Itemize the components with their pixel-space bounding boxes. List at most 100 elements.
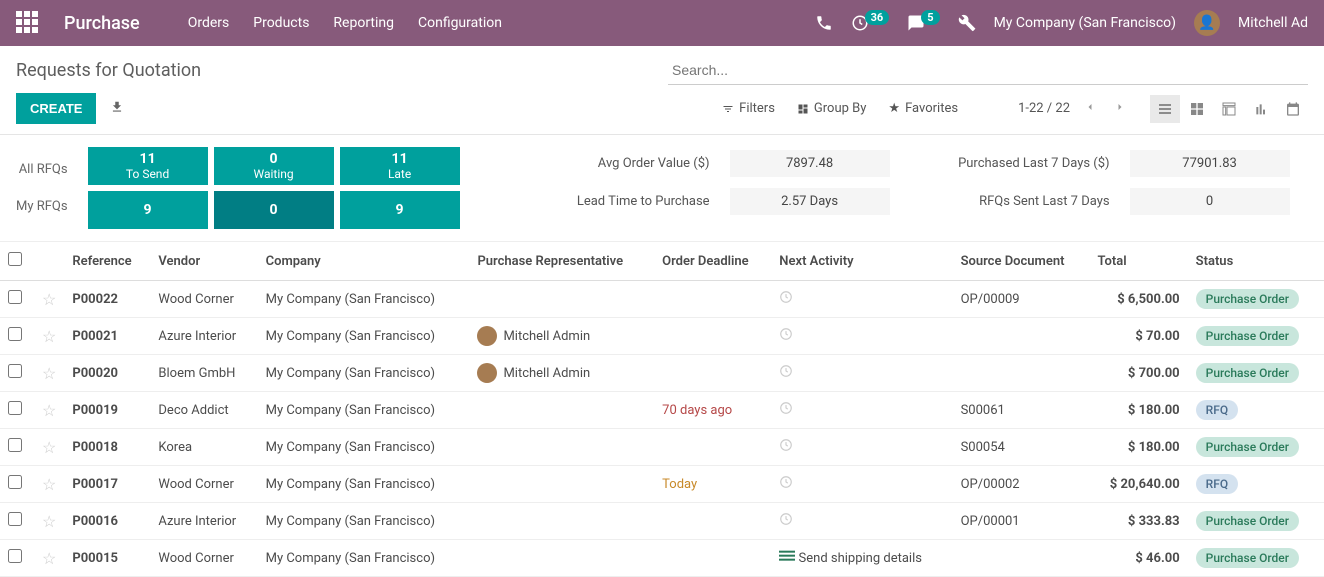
- cell-total: $ 333.83: [1090, 503, 1188, 540]
- dash-my-tosend[interactable]: 9: [88, 191, 208, 229]
- row-checkbox[interactable]: [8, 290, 22, 304]
- view-kanban-icon[interactable]: [1182, 95, 1212, 123]
- star-icon[interactable]: ☆: [42, 401, 56, 420]
- nav-products[interactable]: Products: [253, 15, 309, 31]
- user-name[interactable]: Mitchell Ad: [1238, 15, 1308, 31]
- pager-text[interactable]: 1-22 / 22: [1018, 101, 1070, 116]
- cell-rep: [469, 503, 654, 540]
- cell-reference: P00019: [64, 392, 150, 429]
- cell-reference: P00018: [64, 429, 150, 466]
- star-icon[interactable]: ☆: [42, 290, 56, 309]
- star-icon[interactable]: ☆: [42, 512, 56, 531]
- cell-status: Purchase Order: [1188, 355, 1324, 392]
- dash-all-tosend[interactable]: 11To Send: [88, 147, 208, 185]
- col-source[interactable]: Source Document: [953, 242, 1090, 281]
- table-row[interactable]: ☆ P00017 Wood Corner My Company (San Fra…: [0, 466, 1324, 503]
- col-vendor[interactable]: Vendor: [150, 242, 257, 281]
- activity-task-icon[interactable]: [779, 551, 798, 566]
- cell-rep: Mitchell Admin: [469, 318, 654, 355]
- table-row[interactable]: ☆ P00022 Wood Corner My Company (San Fra…: [0, 281, 1324, 318]
- activity-clock-icon[interactable]: [779, 367, 793, 382]
- search-input[interactable]: [668, 56, 1308, 84]
- activity-clock-icon[interactable]: [779, 293, 793, 308]
- favorites-button[interactable]: ★ Favorites: [888, 101, 958, 116]
- row-checkbox[interactable]: [8, 438, 22, 452]
- activity-clock-icon[interactable]: [779, 404, 793, 419]
- col-company[interactable]: Company: [258, 242, 470, 281]
- metric-label-sent7: RFQs Sent Last 7 Days: [910, 194, 1110, 209]
- cell-deadline: [654, 540, 771, 577]
- tools-icon[interactable]: [958, 14, 976, 32]
- chat-indicator[interactable]: 5: [907, 14, 939, 32]
- table-row[interactable]: ☆ P00020 Bloem GmbH My Company (San Fran…: [0, 355, 1324, 392]
- table-row[interactable]: ☆ P00015 Wood Corner My Company (San Fra…: [0, 540, 1324, 577]
- dash-all-waiting[interactable]: 0Waiting: [214, 147, 334, 185]
- view-pivot-icon[interactable]: [1214, 95, 1244, 123]
- nav-configuration[interactable]: Configuration: [418, 15, 502, 31]
- cell-company: My Company (San Francisco): [258, 281, 470, 318]
- row-checkbox[interactable]: [8, 475, 22, 489]
- star-icon[interactable]: ☆: [42, 549, 56, 568]
- activity-clock-icon[interactable]: [779, 478, 793, 493]
- company-selector[interactable]: My Company (San Francisco): [994, 15, 1176, 31]
- col-rep[interactable]: Purchase Representative: [469, 242, 654, 281]
- col-activity[interactable]: Next Activity: [771, 242, 952, 281]
- col-deadline[interactable]: Order Deadline: [654, 242, 771, 281]
- user-avatar[interactable]: 👤: [1194, 10, 1220, 36]
- nav-right: 36 5 My Company (San Francisco) 👤 Mitche…: [815, 10, 1308, 36]
- row-checkbox[interactable]: [8, 364, 22, 378]
- filters-button[interactable]: Filters: [722, 101, 775, 116]
- activity-clock-icon[interactable]: [779, 330, 793, 345]
- pager-prev-icon[interactable]: [1080, 97, 1100, 121]
- view-calendar-icon[interactable]: [1278, 95, 1308, 123]
- row-checkbox[interactable]: [8, 512, 22, 526]
- apps-menu-icon[interactable]: [16, 11, 40, 35]
- table-row[interactable]: ☆ P00018 Korea My Company (San Francisco…: [0, 429, 1324, 466]
- activity-indicator[interactable]: 36: [851, 14, 890, 32]
- view-list-icon[interactable]: [1150, 95, 1180, 123]
- activity-badge: 36: [865, 10, 890, 25]
- dash-my-late[interactable]: 9: [340, 191, 460, 229]
- star-icon[interactable]: ☆: [42, 327, 56, 346]
- control-row-header: Requests for Quotation: [0, 46, 1324, 85]
- dash-my-waiting[interactable]: 0: [214, 191, 334, 229]
- cell-total: $ 180.00: [1090, 392, 1188, 429]
- dashboard: All RFQs My RFQs 11To Send 0Waiting 11La…: [0, 135, 1324, 242]
- metric-label-avg: Avg Order Value ($): [530, 156, 710, 171]
- metric-label-purchased7: Purchased Last 7 Days ($): [910, 156, 1110, 171]
- dash-all-late[interactable]: 11Late: [340, 147, 460, 185]
- row-checkbox[interactable]: [8, 327, 22, 341]
- cell-company: My Company (San Francisco): [258, 392, 470, 429]
- table-row[interactable]: ☆ P00016 Azure Interior My Company (San …: [0, 503, 1324, 540]
- cell-status: RFQ: [1188, 392, 1324, 429]
- status-badge: Purchase Order: [1196, 326, 1299, 346]
- star-icon[interactable]: ☆: [42, 364, 56, 383]
- metric-value-sent7: 0: [1130, 188, 1290, 215]
- view-graph-icon[interactable]: [1246, 95, 1276, 123]
- star-icon[interactable]: ☆: [42, 438, 56, 457]
- table-row[interactable]: ☆ P00021 Azure Interior My Company (San …: [0, 318, 1324, 355]
- col-status[interactable]: Status: [1188, 242, 1324, 281]
- star-icon[interactable]: ☆: [42, 475, 56, 494]
- col-total[interactable]: Total: [1090, 242, 1188, 281]
- activity-clock-icon[interactable]: [779, 515, 793, 530]
- view-switcher: [1150, 95, 1308, 123]
- pager-next-icon[interactable]: [1110, 97, 1130, 121]
- select-all-checkbox[interactable]: [8, 252, 22, 266]
- download-icon[interactable]: [110, 100, 124, 118]
- row-checkbox[interactable]: [8, 401, 22, 415]
- cell-deadline: 70 days ago: [654, 392, 771, 429]
- cell-rep: Mitchell Admin: [469, 355, 654, 392]
- table-row[interactable]: ☆ P00019 Deco Addict My Company (San Fra…: [0, 392, 1324, 429]
- cell-vendor: Bloem GmbH: [150, 355, 257, 392]
- cell-company: My Company (San Francisco): [258, 540, 470, 577]
- activity-clock-icon[interactable]: [779, 441, 793, 456]
- row-checkbox[interactable]: [8, 549, 22, 563]
- create-button[interactable]: CREATE: [16, 93, 96, 124]
- col-reference[interactable]: Reference: [64, 242, 150, 281]
- phone-icon[interactable]: [815, 14, 833, 32]
- nav-orders[interactable]: Orders: [188, 15, 230, 31]
- filters-label: Filters: [739, 101, 775, 116]
- nav-reporting[interactable]: Reporting: [333, 15, 394, 31]
- groupby-button[interactable]: Group By: [797, 101, 867, 116]
